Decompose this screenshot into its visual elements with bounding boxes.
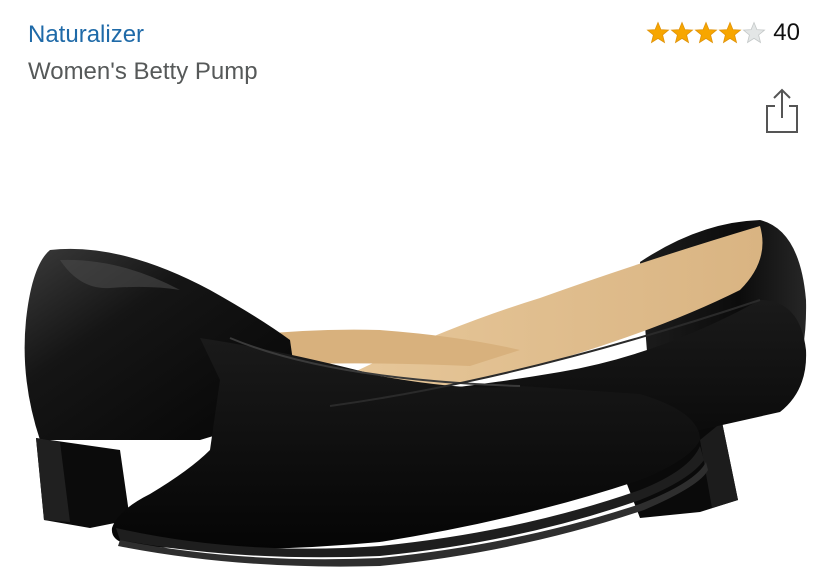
- star-rating: [646, 21, 766, 45]
- star-empty-icon: [742, 21, 766, 44]
- rating-summary[interactable]: 40: [646, 18, 800, 48]
- star-icon: [646, 21, 670, 44]
- product-title: Women's Betty Pump: [28, 58, 258, 85]
- brand-link[interactable]: Naturalizer: [28, 20, 144, 50]
- star-icon: [718, 21, 742, 44]
- review-count: 40: [773, 19, 800, 46]
- product-image[interactable]: [0, 150, 828, 588]
- product-page: Naturalizer Women's Betty Pump 40: [0, 0, 828, 588]
- star-icon: [670, 21, 694, 44]
- share-icon[interactable]: [764, 88, 800, 134]
- star-icon: [694, 21, 718, 44]
